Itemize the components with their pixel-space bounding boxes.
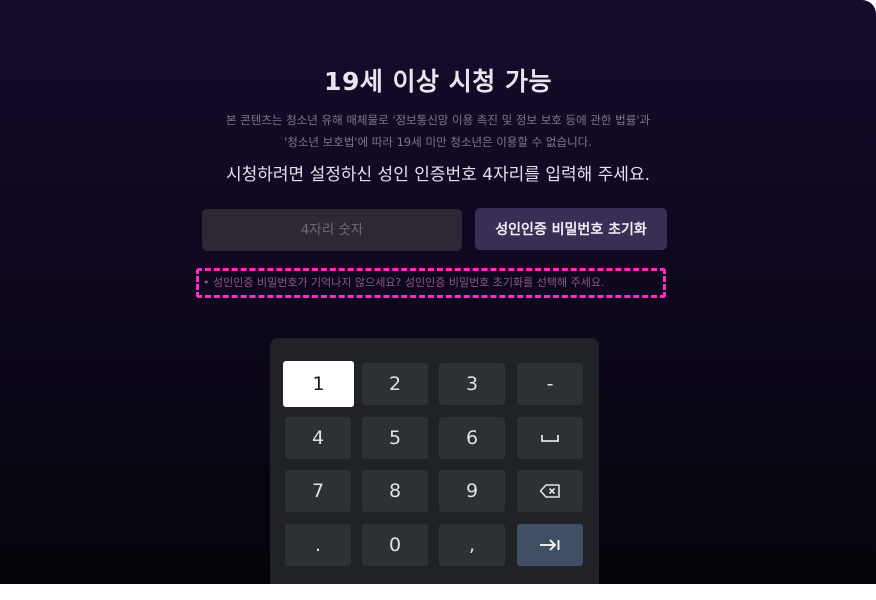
key-7[interactable]: 7 [285,470,351,512]
key-enter[interactable] [517,524,583,566]
key-5[interactable]: 5 [362,417,428,459]
key-dot[interactable]: . [285,524,351,566]
page-title: 19세 이상 시청 가능 [324,67,552,96]
space-icon [540,433,560,443]
key-2[interactable]: 2 [362,363,428,405]
tab-enter-icon [539,538,561,552]
key-1[interactable]: 1 [283,361,354,407]
bottom-margin [0,584,876,600]
pin-prompt: 시청하려면 설정하신 성인 인증번호 4자리를 입력해 주세요. [225,165,650,185]
key-0[interactable]: 0 [362,524,428,566]
numeric-keypad: 1 2 3 - 4 5 6 7 8 9 . 0 , [270,338,599,584]
key-dash[interactable]: - [517,363,583,405]
key-backspace[interactable] [517,470,583,512]
key-3[interactable]: 3 [439,363,505,405]
key-space[interactable] [517,417,583,459]
key-9[interactable]: 9 [439,470,505,512]
notice-text-line2: '청소년 보호법'에 따라 19세 미만 청소년은 이용할 수 없습니다. [284,135,592,149]
notice-text-line1: 본 콘텐츠는 청소년 유해 매체물로 '정보통신망 이용 촉진 및 정보 보호 … [225,113,651,127]
key-8[interactable]: 8 [362,470,428,512]
forgot-password-hint: • 성인인증 비밀번호가 기억나지 않으세요? 성인인증 비밀번호 초기화를 선… [196,268,666,298]
reset-password-button[interactable]: 성인인증 비밀번호 초기화 [475,208,667,250]
adult-verification-screen: 19세 이상 시청 가능 본 콘텐츠는 청소년 유해 매체물로 '정보통신망 이… [0,0,876,584]
backspace-icon [539,483,561,499]
key-comma[interactable]: , [439,524,505,566]
key-4[interactable]: 4 [285,417,351,459]
pin-input[interactable] [202,209,462,251]
key-6[interactable]: 6 [439,417,505,459]
